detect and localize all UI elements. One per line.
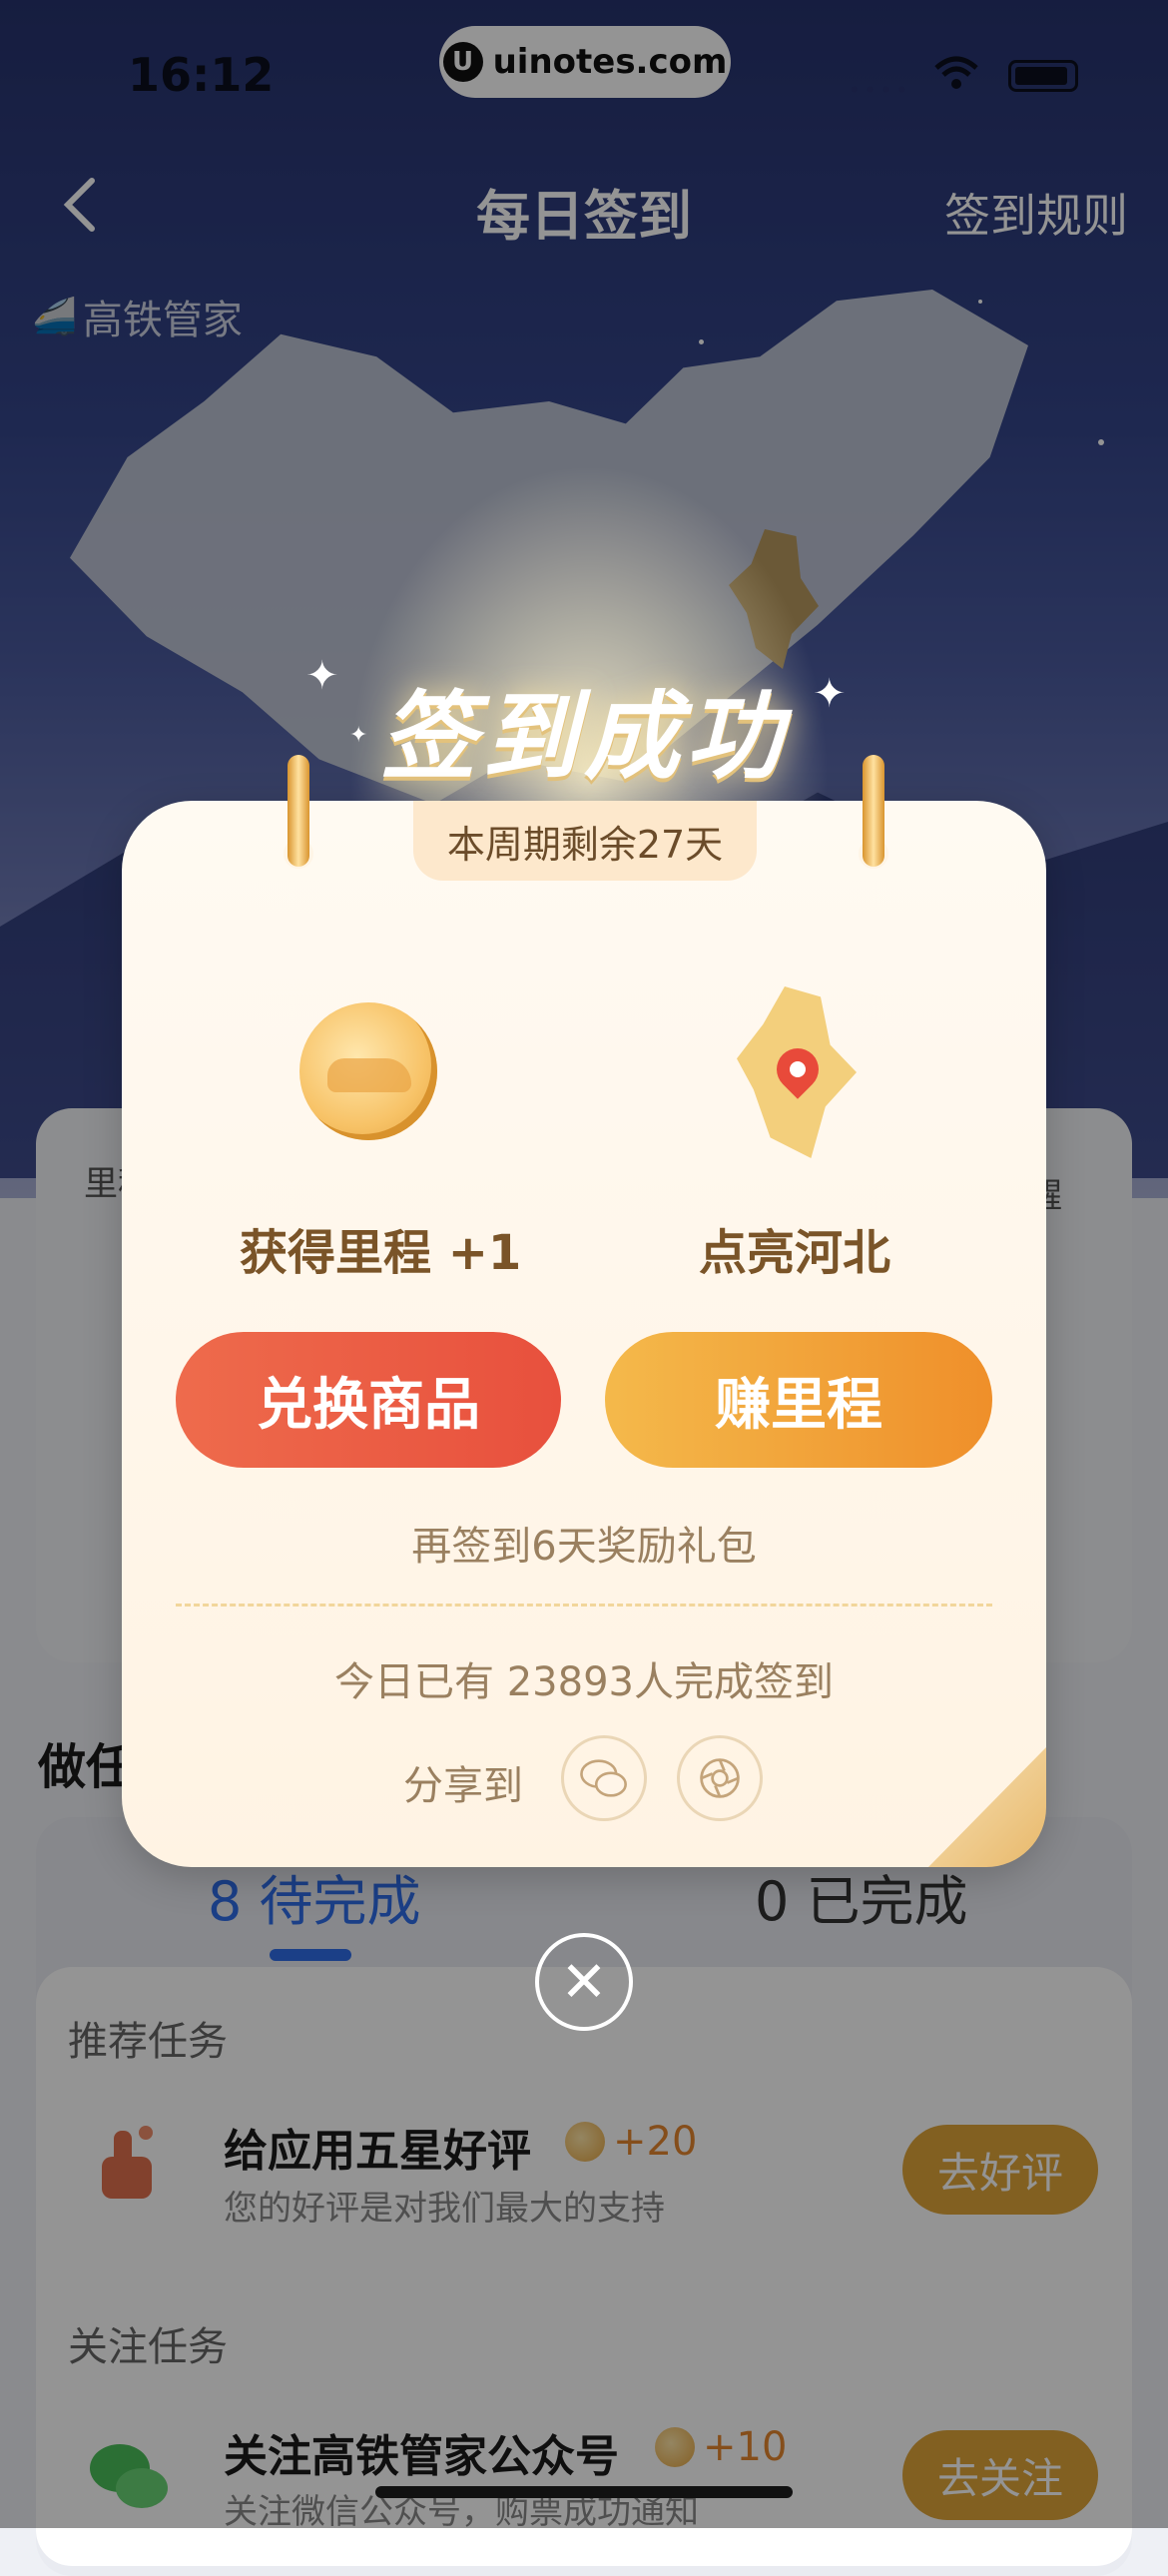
moments-icon [700, 1758, 740, 1798]
checkin-count: 今日已有 23893人完成签到 [334, 1659, 834, 1705]
dashed-divider [176, 1604, 992, 1607]
home-indicator [375, 2486, 793, 2498]
success-headline: 签到成功 [380, 681, 788, 793]
train-icon [327, 1058, 411, 1092]
close-icon[interactable]: ✕ [535, 1933, 633, 2031]
share-moments-button[interactable] [677, 1735, 763, 1821]
wechat-icon [580, 1759, 627, 1797]
binder-ring [288, 755, 309, 867]
mileage-reward-label: 获得里程 +1 [240, 1225, 522, 1281]
sparkle-icon: ✦ [305, 653, 339, 699]
sparkle-icon: ✦ [349, 723, 368, 748]
earn-mileage-button[interactable]: 赚里程 [605, 1332, 992, 1468]
share-label: 分享到 [403, 1763, 523, 1809]
bonus-hint: 再签到6天奖励礼包 [411, 1524, 757, 1570]
binder-ring [863, 755, 884, 867]
province-lit-label: 点亮河北 [699, 1225, 891, 1281]
period-remaining: 本周期剩余27天 [413, 801, 757, 881]
share-wechat-button[interactable] [561, 1735, 647, 1821]
sparkle-icon: ✦ [813, 671, 847, 717]
exchange-goods-button[interactable]: 兑换商品 [176, 1332, 561, 1468]
